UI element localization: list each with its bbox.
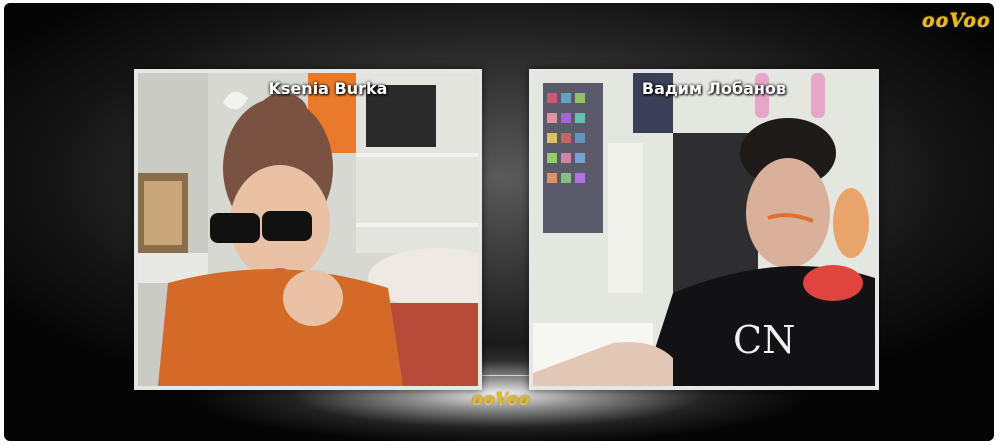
video-feed-right: CN	[533, 73, 875, 386]
oovoo-logo-top: ooVoo	[922, 9, 991, 31]
video-tile-right[interactable]: CN Вадим Лобанов	[529, 69, 879, 390]
oovoo-logo-bottom: ooVoo	[472, 389, 531, 408]
participant-name: Вадим Лобанов	[641, 79, 787, 98]
app-window: Ksenia Burka CN Вадим Лобанов ooVoo ooVo…	[4, 3, 994, 441]
video-feed-left	[138, 73, 478, 386]
video-tile-left[interactable]: Ksenia Burka	[134, 69, 482, 390]
svg-text:CN: CN	[733, 318, 795, 362]
participant-name: Ksenia Burka	[268, 79, 388, 98]
